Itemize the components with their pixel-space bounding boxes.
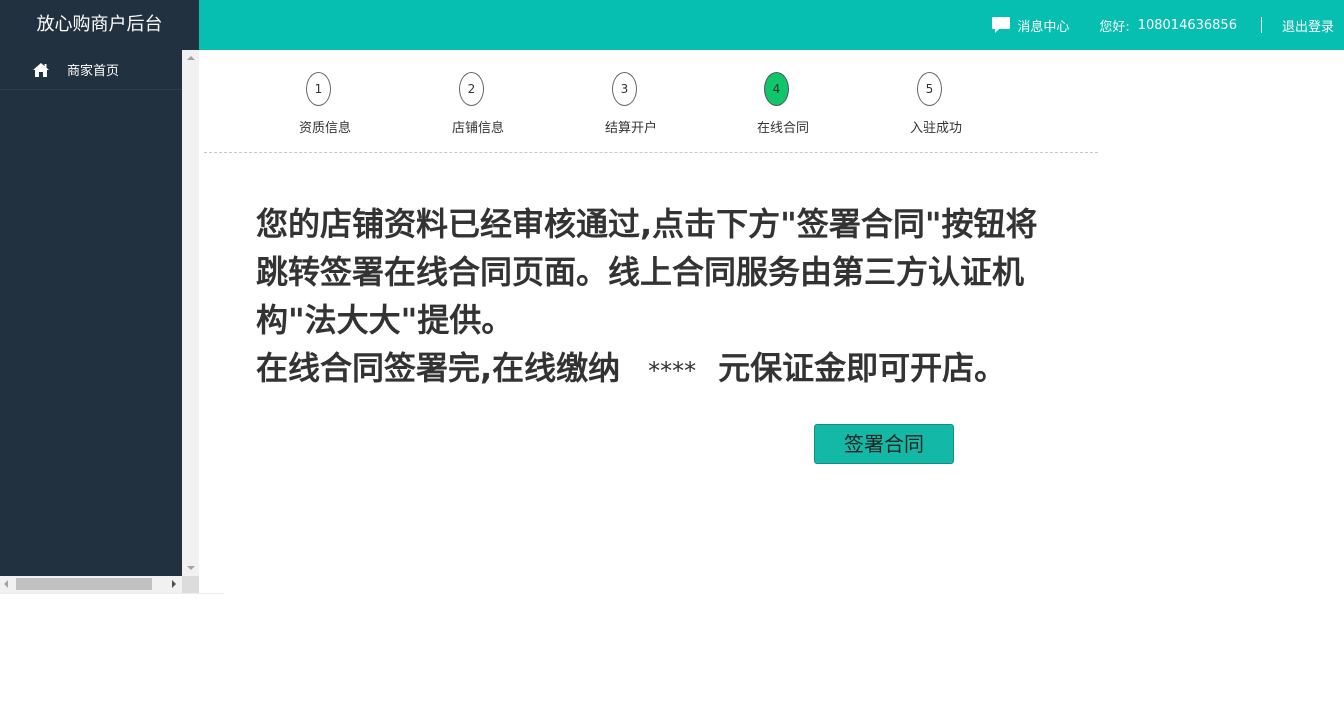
deposit-amount: ****	[648, 357, 697, 385]
chat-bubble-icon	[991, 16, 1011, 34]
logout-link[interactable]: 退出登录	[1282, 16, 1334, 35]
scroll-up-arrow-icon[interactable]	[187, 56, 195, 60]
step-2-circle: 2	[459, 72, 484, 106]
username: 108014636856	[1137, 17, 1237, 33]
contract-notice: 您的店铺资料已经审核通过,点击下方"签署合同"按钮将 跳转签署在线合同页面。线上…	[256, 200, 1166, 395]
sign-contract-button[interactable]: 签署合同	[814, 424, 954, 464]
steps-divider	[204, 152, 1098, 153]
scroll-thumb[interactable]	[16, 578, 152, 590]
header-divider	[1260, 17, 1262, 33]
sidebar-vertical-scrollbar[interactable]	[182, 50, 199, 576]
sidebar-item-home[interactable]: 商家首页	[0, 50, 182, 90]
scroll-left-arrow-icon[interactable]	[4, 580, 8, 588]
sidebar-bottom-line	[0, 593, 224, 594]
sidebar-item-label: 商家首页	[67, 64, 120, 79]
step-1-label: 资质信息	[298, 121, 351, 136]
home-icon	[32, 62, 50, 78]
step-5-label: 入驻成功	[909, 121, 962, 136]
step-3-label: 结算开户	[604, 121, 657, 136]
notice-line-4: 在线合同签署完,在线缴纳 **** 元保证金即可开店。	[256, 344, 1166, 395]
top-right-area: 消息中心 您好: 108014636856 退出登录	[991, 0, 1344, 50]
brand-title: 放心购商户后台	[0, 0, 199, 50]
notice-line-4-prefix: 在线合同签署完,在线缴纳	[256, 349, 621, 387]
user-greeting: 您好: 108014636856	[1099, 16, 1237, 35]
sidebar-horizontal-scrollbar[interactable]	[0, 576, 182, 593]
notice-line-1: 您的店铺资料已经审核通过,点击下方"签署合同"按钮将	[256, 205, 1038, 243]
step-3-circle: 3	[612, 72, 637, 106]
notice-line-4-suffix: 元保证金即可开店。	[718, 349, 1007, 387]
scrollbar-corner	[182, 576, 199, 593]
scroll-down-arrow-icon[interactable]	[187, 566, 195, 570]
step-4-label: 在线合同	[756, 121, 809, 136]
step-2-label: 店铺信息	[451, 121, 504, 136]
sidebar: 商家首页	[0, 50, 182, 576]
scroll-right-arrow-icon[interactable]	[172, 580, 176, 588]
notice-line-3: 构"法大大"提供。	[256, 301, 514, 339]
notice-line-2: 跳转签署在线合同页面。线上合同服务由第三方认证机	[256, 253, 1025, 291]
greeting-label: 您好:	[1099, 19, 1130, 35]
message-center-label: 消息中心	[1017, 19, 1070, 35]
step-4-circle: 4	[764, 72, 789, 106]
step-1-circle: 1	[306, 72, 331, 106]
message-center-link[interactable]: 消息中心	[991, 16, 1069, 35]
step-5-circle: 5	[917, 72, 942, 106]
top-bar: 放心购商户后台 消息中心 您好: 108014636856 退出登录	[0, 0, 1344, 50]
